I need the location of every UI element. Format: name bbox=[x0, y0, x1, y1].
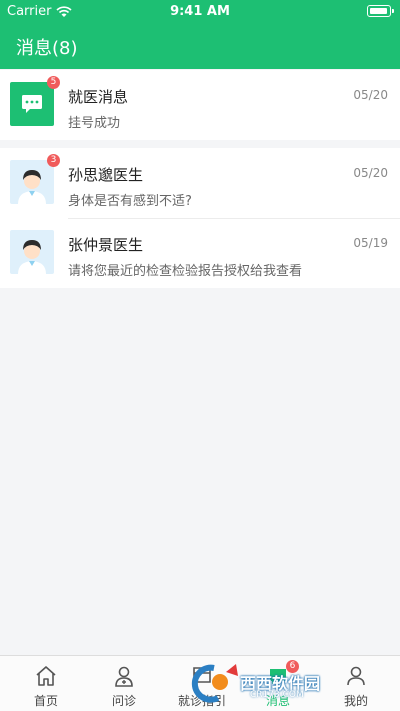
list-item-system-message[interactable]: 5 就医消息 挂号成功 05/20 bbox=[0, 70, 400, 140]
message-preview: 请将您最近的检查检验报告授权给我查看 bbox=[68, 264, 303, 279]
list-item-doctor-2[interactable]: 张仲景医生 请将您最近的检查检验报告授权给我查看 05/19 bbox=[0, 218, 400, 288]
app-header: Carrier 9:41 AM 消息(8) bbox=[0, 0, 400, 69]
message-preview: 身体是否有感到不适? bbox=[68, 194, 192, 209]
watermark-subtext: CR173.COM bbox=[250, 690, 304, 700]
doctor-avatar bbox=[10, 160, 54, 204]
status-bar: Carrier 9:41 AM bbox=[0, 0, 400, 24]
message-sender: 就医消息 bbox=[68, 88, 129, 106]
tab-consult[interactable]: 问诊 bbox=[84, 656, 164, 711]
message-sender: 孙思邈医生 bbox=[68, 166, 144, 184]
watermark: 西西软件园 CR173.COM bbox=[184, 662, 380, 706]
tab-home[interactable]: 首页 bbox=[6, 656, 86, 711]
battery-icon bbox=[367, 5, 394, 17]
message-sender: 张仲景医生 bbox=[68, 236, 144, 254]
page-title: 消息(8) bbox=[16, 38, 78, 59]
message-date: 05/19 bbox=[353, 236, 388, 250]
chat-bubble-icon bbox=[10, 82, 54, 126]
doctor-messages-card: 3 孙思邈医生 身体是否有感到不适? 05/20 张仲景医生 请将您最近的检查检… bbox=[0, 148, 400, 288]
tab-label: 首页 bbox=[33, 694, 58, 708]
watermark-logo-icon bbox=[191, 664, 238, 703]
status-time: 9:41 AM bbox=[170, 4, 230, 19]
message-date: 05/20 bbox=[353, 88, 388, 102]
message-preview: 挂号成功 bbox=[68, 116, 121, 131]
tab-label: 问诊 bbox=[111, 694, 136, 708]
unread-badge: 5 bbox=[47, 76, 60, 89]
doctor-icon bbox=[115, 666, 133, 687]
doctor-avatar bbox=[10, 230, 54, 274]
system-message-card: 5 就医消息 挂号成功 05/20 bbox=[0, 70, 400, 140]
home-icon bbox=[36, 666, 56, 686]
unread-badge: 3 bbox=[47, 154, 60, 167]
message-date: 05/20 bbox=[353, 166, 388, 180]
list-item-doctor-1[interactable]: 3 孙思邈医生 身体是否有感到不适? 05/20 bbox=[0, 148, 400, 218]
